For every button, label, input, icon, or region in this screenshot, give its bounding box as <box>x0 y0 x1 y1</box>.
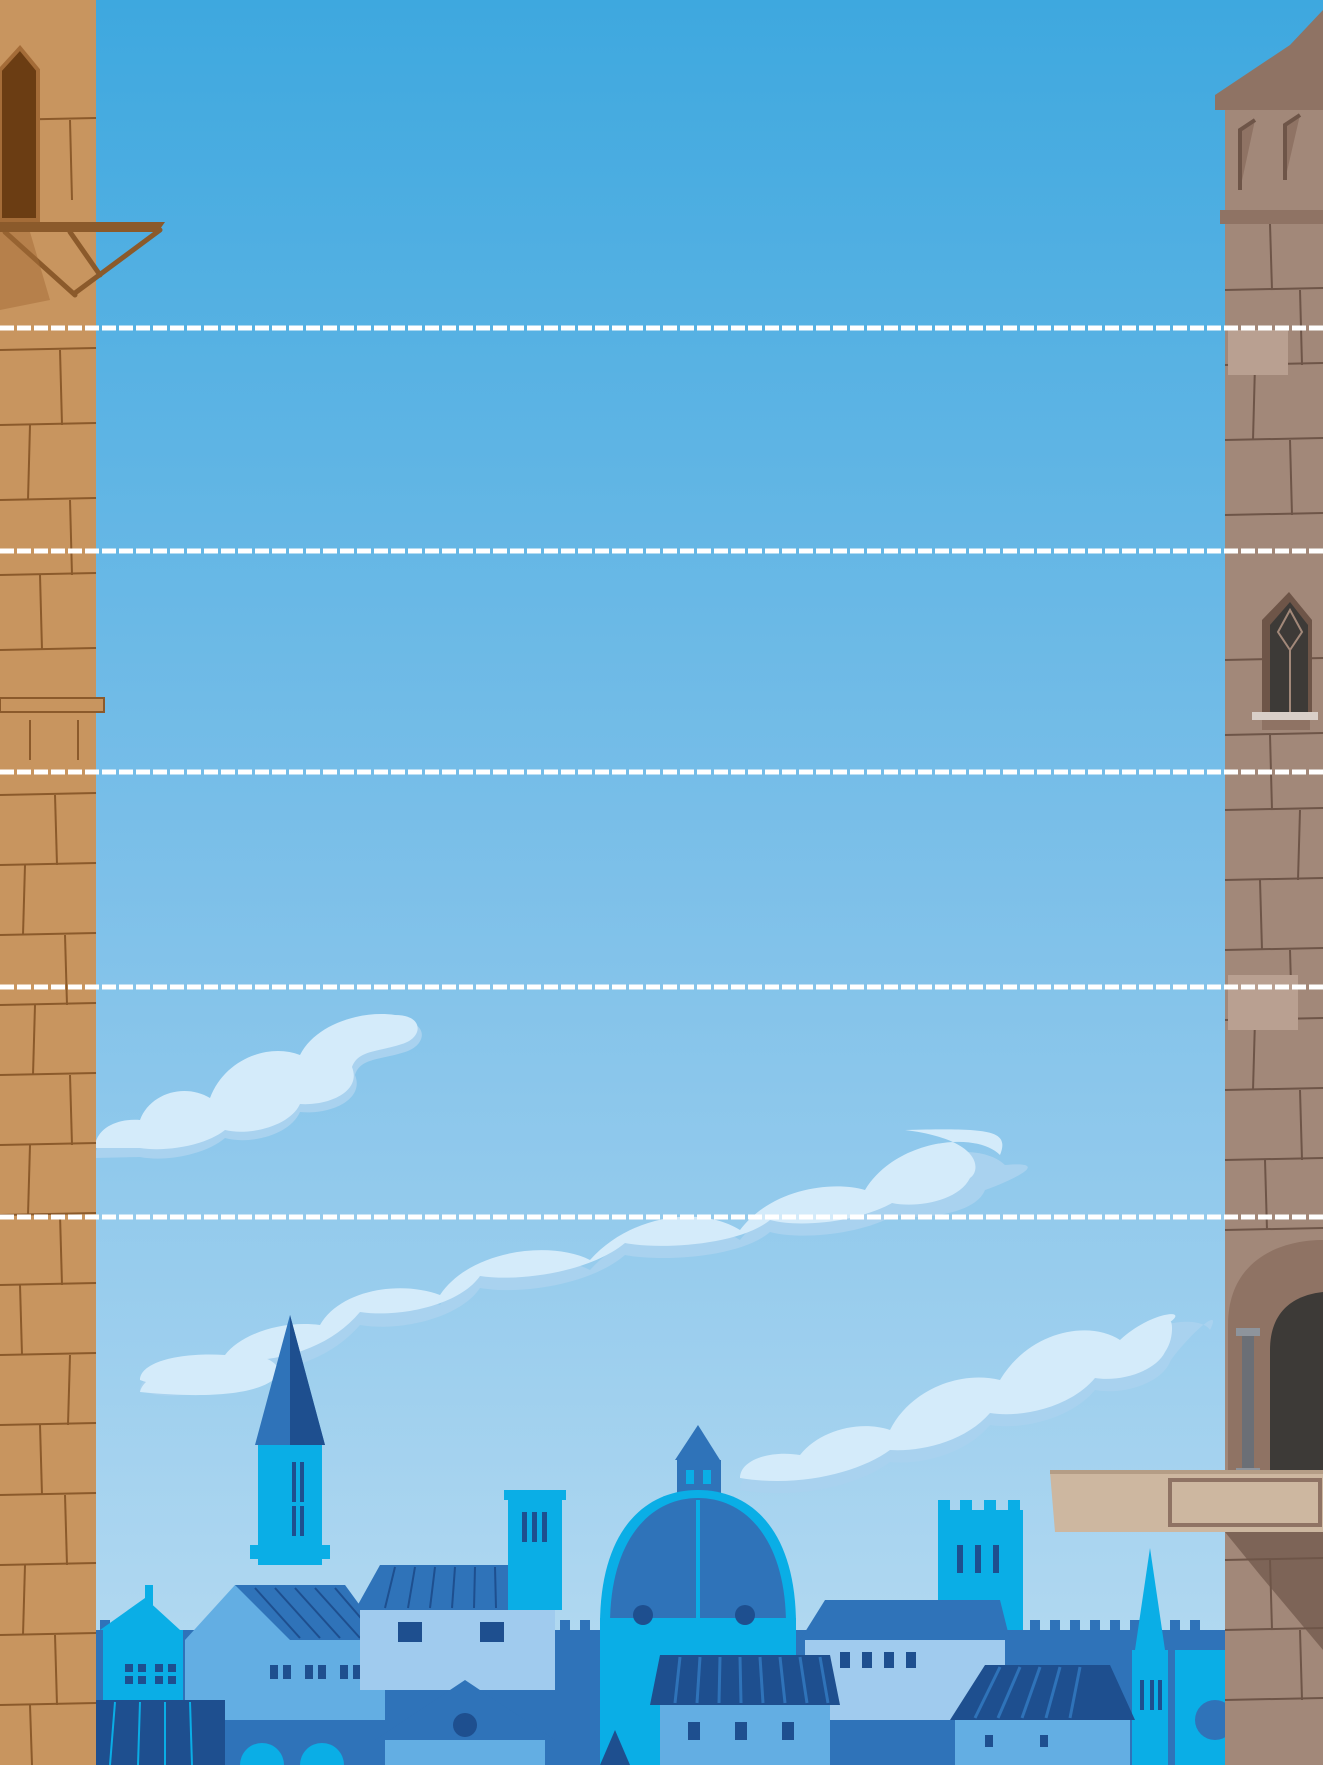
right-tower-doorway <box>1228 1240 1323 1480</box>
city-tower-middle <box>504 1490 566 1610</box>
game-scene <box>0 0 1323 1765</box>
left-tower-door <box>0 44 40 222</box>
